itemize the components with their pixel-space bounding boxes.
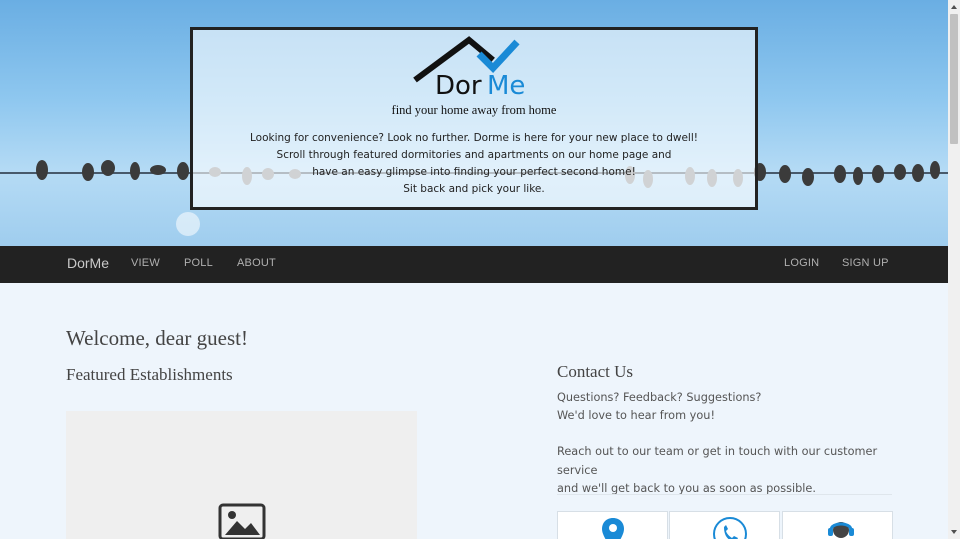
nav-link-login[interactable]: LOGIN xyxy=(784,257,819,269)
nav-link-view[interactable]: VIEW xyxy=(131,257,160,269)
svg-text:Dor: Dor xyxy=(435,71,482,101)
contact-cards xyxy=(557,511,893,539)
vertical-scrollbar[interactable] xyxy=(948,0,960,539)
location-card[interactable] xyxy=(557,511,668,539)
dorme-logo: Dor Me xyxy=(413,36,525,101)
image-icon xyxy=(218,503,266,539)
contact-line: Questions? Feedback? Suggestions? xyxy=(557,391,762,404)
top-navbar: DorMe VIEW POLL ABOUT LOGIN SIGN UP xyxy=(0,246,948,283)
contact-line: and we'll get back to you as soon as pos… xyxy=(557,481,816,495)
intro-panel: Dor Me find your home away from home Loo… xyxy=(190,27,758,210)
contact-line: Reach out to our team or get in touch wi… xyxy=(557,445,878,477)
scrollbar-thumb[interactable] xyxy=(950,14,958,144)
hero-banner: Dor Me find your home away from home Loo… xyxy=(0,0,948,246)
customer-support-icon xyxy=(828,522,854,538)
phone-icon xyxy=(713,517,747,539)
tagline: find your home away from home xyxy=(391,103,557,117)
contact-text: Questions? Feedback? Suggestions? We'd l… xyxy=(557,389,897,498)
intro-line: Scroll through featured dormitories and … xyxy=(276,149,672,161)
divider xyxy=(557,494,892,495)
phone-card[interactable] xyxy=(669,511,780,539)
welcome-heading: Welcome, dear guest! xyxy=(66,326,248,350)
intro-line: have an easy glimpse into finding your p… xyxy=(312,166,636,178)
sun-glow xyxy=(176,212,200,236)
nav-link-poll[interactable]: POLL xyxy=(184,257,213,269)
scroll-up-arrow-icon[interactable] xyxy=(948,0,960,14)
featured-heading: Featured Establishments xyxy=(66,365,233,384)
svg-text:Me: Me xyxy=(487,71,525,101)
intro-line: Sit back and pick your like. xyxy=(403,183,545,195)
contact-line: We'd love to hear from you! xyxy=(557,409,715,423)
nav-brand-link[interactable]: DorMe xyxy=(67,255,109,271)
nav-link-about[interactable]: ABOUT xyxy=(237,257,276,269)
featured-image-placeholder[interactable] xyxy=(66,411,417,539)
support-card[interactable] xyxy=(782,511,893,539)
scroll-down-arrow-icon[interactable] xyxy=(948,525,960,539)
intro-line: Looking for convenience? Look no further… xyxy=(250,132,698,144)
contact-heading: Contact Us xyxy=(557,362,634,381)
intro-text: Looking for convenience? Look no further… xyxy=(193,130,755,198)
location-pin-icon xyxy=(602,518,624,539)
nav-link-signup[interactable]: SIGN UP xyxy=(842,257,889,269)
